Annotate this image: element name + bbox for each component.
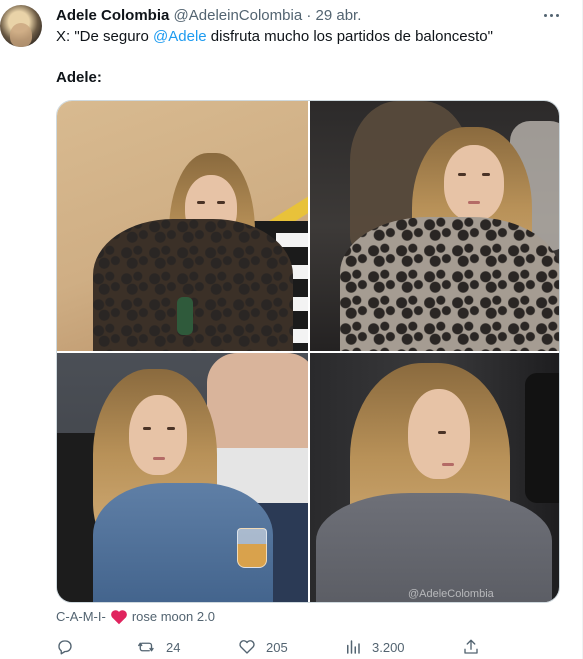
tagged-users[interactable]: C-A-M-I- rose moon 2.0 [56, 608, 215, 626]
tweet-text: X: "De seguro @Adele disfruta mucho los … [56, 27, 568, 47]
separator-dot: · [306, 7, 312, 24]
tweet-text-line2: Adele: [56, 69, 102, 86]
views-button[interactable]: 3.200 [344, 636, 405, 658]
like-count: 205 [266, 639, 288, 655]
photo-crowd-leopard[interactable] [310, 101, 559, 351]
tweet[interactable]: Adele Colombia @AdeleinColombia · 29 abr… [0, 0, 583, 659]
like-button[interactable]: 205 [238, 636, 288, 658]
tweet-text-suffix: disfruta mucho los partidos de baloncest… [206, 28, 493, 45]
like-icon [239, 640, 255, 654]
reply-icon [58, 640, 72, 655]
retweet-count: 24 [166, 639, 181, 655]
photo-denim-drink[interactable] [57, 353, 308, 602]
tagged-user-name[interactable]: C-A-M-I- [56, 608, 106, 626]
photo-court[interactable] [57, 101, 308, 351]
retweet-button[interactable]: 24 [138, 636, 180, 658]
more-options-icon[interactable] [541, 5, 561, 25]
views-count: 3.200 [372, 639, 405, 655]
reply-button[interactable] [56, 636, 84, 658]
watermark: @AdeleColombia [408, 588, 494, 600]
heart-emoji-icon [110, 610, 127, 625]
media-grid: @AdeleColombia [56, 100, 560, 603]
tweet-header: Adele Colombia @AdeleinColombia · 29 abr… [56, 6, 562, 26]
views-icon [347, 640, 360, 654]
photo-hoodie-profile[interactable]: @AdeleColombia [310, 353, 559, 602]
author-name[interactable]: Adele Colombia [56, 7, 169, 24]
share-icon [464, 639, 478, 654]
avatar[interactable] [0, 5, 42, 47]
action-bar: 24 205 3.200 [56, 636, 496, 658]
share-button[interactable] [462, 636, 490, 658]
mention-link[interactable]: @Adele [153, 28, 207, 45]
author-handle[interactable]: @AdeleinColombia [174, 7, 303, 24]
tweet-date[interactable]: 29 abr. [316, 7, 362, 24]
tagged-user-name-2[interactable]: rose moon 2.0 [132, 608, 215, 626]
retweet-icon [138, 642, 154, 652]
tweet-text-prefix: X: "De seguro [56, 28, 154, 45]
